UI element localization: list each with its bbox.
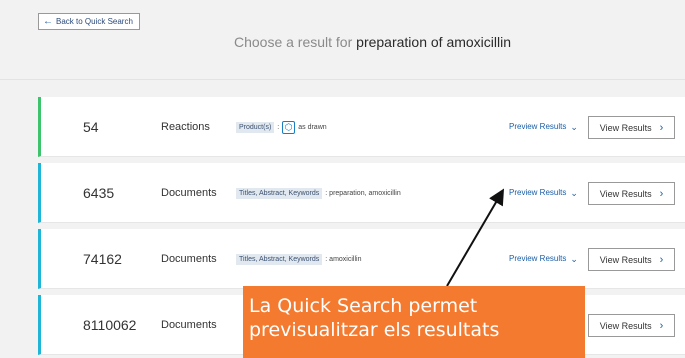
callout-line-2: previsualitzar els resultats: [249, 319, 500, 341]
annotation-callout: La Quick Search permet previsualitzar el…: [243, 286, 585, 358]
callout-line-1: La Quick Search permet: [249, 295, 478, 317]
